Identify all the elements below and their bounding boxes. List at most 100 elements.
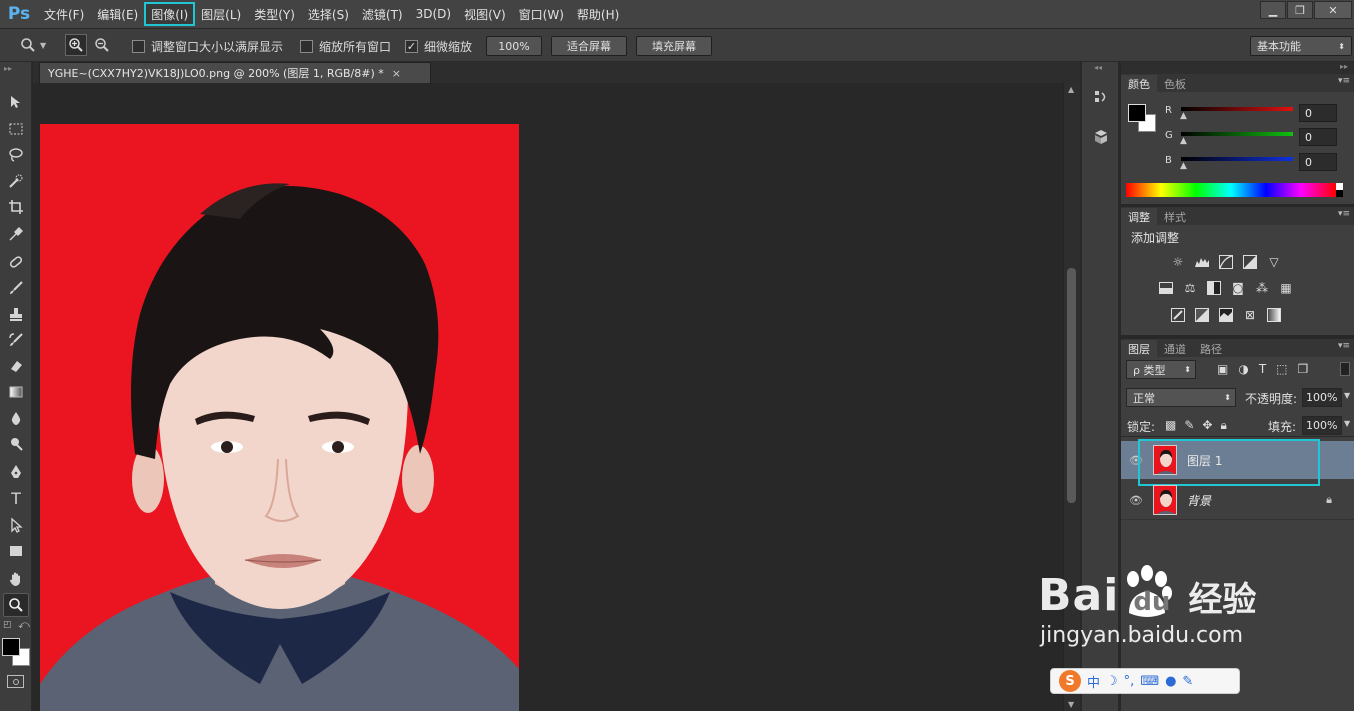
menu-filter[interactable]: 滤镜(T): [356, 3, 409, 25]
half-width-icon[interactable]: ☽: [1106, 674, 1118, 689]
layer-filter-dropdown[interactable]: ρ 类型 ⬍: [1126, 360, 1196, 379]
zoom-in-button[interactable]: [65, 34, 87, 56]
hue-saturation-icon[interactable]: [1157, 280, 1175, 296]
panel-menu-icon[interactable]: ▾≡: [1338, 76, 1350, 86]
blue-slider[interactable]: [1181, 157, 1293, 161]
fill-screen-button[interactable]: 填充屏幕: [636, 36, 712, 56]
brush-tool-icon[interactable]: [3, 276, 29, 300]
adjustment-filter-icon[interactable]: ◑: [1238, 362, 1248, 376]
panel-menu-icon[interactable]: ▾≡: [1338, 209, 1350, 219]
green-slider-handle[interactable]: ▲: [1180, 136, 1187, 146]
scrubby-zoom-checkbox[interactable]: ✓: [405, 40, 418, 53]
tab-layers[interactable]: 图层: [1121, 340, 1157, 357]
visibility-eye-icon[interactable]: 👁︎: [1129, 454, 1143, 467]
red-value[interactable]: 0: [1299, 104, 1337, 122]
scrollbar-thumb[interactable]: [1067, 268, 1076, 503]
white-swatch[interactable]: [1336, 183, 1343, 190]
canvas-area[interactable]: [33, 83, 1063, 711]
quick-selection-tool-icon[interactable]: [3, 169, 29, 193]
tab-channels[interactable]: 通道: [1157, 340, 1193, 357]
eraser-tool-icon[interactable]: [3, 354, 29, 378]
zoom-tool-icon[interactable]: [3, 593, 29, 617]
type-filter-icon[interactable]: T: [1259, 362, 1266, 376]
lock-all-icon[interactable]: 🔒︎: [1220, 418, 1226, 433]
foreground-color-swatch[interactable]: [2, 638, 20, 656]
menu-edit[interactable]: 编辑(E): [91, 3, 144, 25]
default-colors-icon[interactable]: ◰: [3, 620, 12, 630]
swap-colors-icon[interactable]: ⤺: [18, 618, 30, 632]
fit-screen-button[interactable]: 适合屏幕: [551, 36, 627, 56]
scroll-up-icon[interactable]: ▲: [1068, 85, 1074, 94]
restore-button[interactable]: ❐: [1287, 1, 1313, 19]
crop-tool-icon[interactable]: [3, 195, 29, 219]
user-icon[interactable]: ●: [1165, 674, 1176, 689]
curves-icon[interactable]: [1217, 254, 1235, 270]
path-selection-tool-icon[interactable]: [3, 513, 29, 537]
marquee-tool-icon[interactable]: [3, 117, 29, 141]
keyboard-icon[interactable]: ⌨: [1140, 674, 1159, 689]
menu-window[interactable]: 窗口(W): [513, 3, 570, 25]
clone-stamp-tool-icon[interactable]: [3, 302, 29, 326]
tab-color[interactable]: 颜色: [1121, 75, 1157, 92]
black-swatch[interactable]: [1336, 190, 1343, 197]
opacity-dropdown-icon[interactable]: ▼: [1344, 391, 1350, 400]
actual-pixels-button[interactable]: 100%: [486, 36, 542, 56]
tab-styles[interactable]: 样式: [1157, 208, 1193, 225]
color-balance-icon[interactable]: ⚖: [1181, 280, 1199, 296]
foreground-color-chip[interactable]: [1128, 104, 1146, 122]
tab-paths[interactable]: 路径: [1193, 340, 1229, 357]
photo-filter-icon[interactable]: ◙: [1229, 280, 1247, 296]
close-tab-icon[interactable]: ×: [392, 67, 401, 80]
tool-preset-picker[interactable]: ▼: [20, 35, 56, 55]
quick-mask-icon[interactable]: [7, 675, 24, 688]
red-slider[interactable]: [1181, 107, 1293, 111]
pixel-filter-icon[interactable]: ▣: [1217, 362, 1228, 376]
red-slider-handle[interactable]: ▲: [1180, 111, 1187, 121]
black-white-icon[interactable]: [1205, 280, 1223, 296]
minimize-button[interactable]: ▁: [1260, 1, 1286, 19]
gradient-tool-icon[interactable]: [3, 380, 29, 404]
resize-windows-checkbox[interactable]: [132, 40, 145, 53]
fill-dropdown-icon[interactable]: ▼: [1344, 419, 1350, 428]
color-spectrum-bar[interactable]: [1126, 183, 1336, 197]
opacity-input[interactable]: 100%: [1302, 388, 1342, 407]
lock-pixels-icon[interactable]: ✎: [1184, 418, 1194, 433]
menu-view[interactable]: 视图(V): [458, 3, 512, 25]
menu-layer[interactable]: 图层(L): [195, 3, 247, 25]
selective-color-icon[interactable]: ⊠: [1241, 307, 1259, 323]
tools-icon[interactable]: ✎: [1182, 674, 1193, 689]
sogou-logo-icon[interactable]: S: [1059, 670, 1081, 692]
punctuation-icon[interactable]: °,: [1124, 674, 1135, 689]
vibrance-icon[interactable]: ▽: [1265, 254, 1283, 270]
layer-name[interactable]: 背景: [1187, 492, 1211, 509]
zoom-out-button[interactable]: [91, 34, 113, 56]
menu-3d[interactable]: 3D(D): [410, 3, 457, 25]
layer-row-background[interactable]: 👁︎ 背景 🔒︎: [1121, 481, 1354, 519]
tab-adjustments[interactable]: 调整: [1121, 208, 1157, 225]
layer-name[interactable]: 图层 1: [1187, 452, 1222, 469]
resize-windows-option[interactable]: 调整窗口大小以满屏显示: [132, 38, 283, 55]
blend-mode-dropdown[interactable]: 正常 ⬍: [1126, 388, 1236, 407]
blur-tool-icon[interactable]: [3, 406, 29, 430]
move-tool-icon[interactable]: [3, 90, 29, 114]
menu-type[interactable]: 类型(Y): [248, 3, 301, 25]
healing-brush-tool-icon[interactable]: [3, 250, 29, 274]
visibility-eye-icon[interactable]: 👁︎: [1129, 494, 1143, 507]
brightness-icon[interactable]: ☼: [1169, 254, 1187, 270]
hand-tool-icon[interactable]: [3, 567, 29, 591]
panel-menu-icon[interactable]: ▾≡: [1338, 341, 1350, 351]
smart-object-filter-icon[interactable]: ❐: [1298, 362, 1309, 376]
fill-input[interactable]: 100%: [1302, 416, 1342, 435]
menu-file[interactable]: 文件(F): [38, 3, 90, 25]
lock-position-icon[interactable]: ✥: [1202, 418, 1212, 433]
menu-select[interactable]: 选择(S): [302, 3, 355, 25]
green-slider[interactable]: [1181, 132, 1293, 136]
blue-slider-handle[interactable]: ▲: [1180, 161, 1187, 171]
pen-tool-icon[interactable]: [3, 460, 29, 484]
threshold-icon[interactable]: [1217, 307, 1235, 323]
expand-icon[interactable]: ◂◂: [1094, 63, 1102, 72]
close-window-button[interactable]: ✕: [1314, 1, 1352, 19]
exposure-icon[interactable]: [1241, 254, 1259, 270]
collapse-icon[interactable]: ▸▸: [4, 64, 12, 73]
document-image[interactable]: [40, 124, 519, 711]
